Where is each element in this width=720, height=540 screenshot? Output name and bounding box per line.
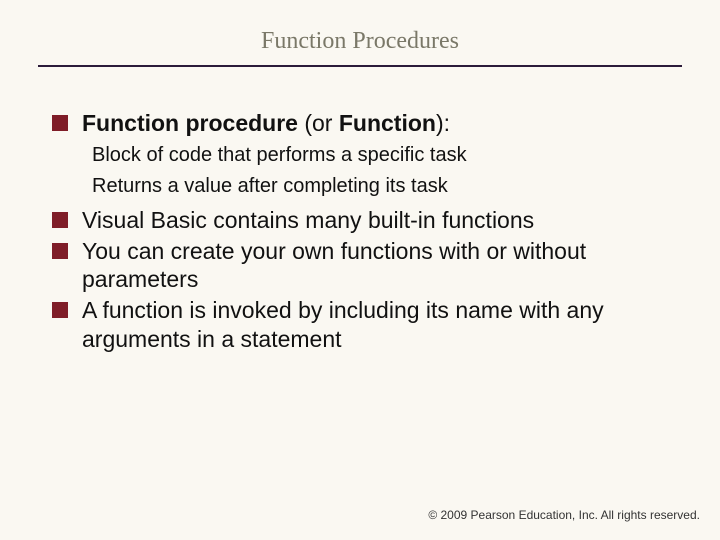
point-1: Visual Basic contains many built-in func… [82, 206, 534, 235]
bullet-row-1: Function procedure (or Function): [52, 109, 682, 138]
point-2: You can create your own functions with o… [82, 237, 682, 295]
sub-point-1: Block of code that performs a specific t… [52, 142, 682, 169]
sub-point-2: Returns a value after completing its tas… [52, 173, 682, 200]
bullet-row-3: You can create your own functions with o… [52, 237, 682, 295]
heading-bold-2: Function [339, 110, 436, 136]
slide-title: Function Procedures [38, 28, 682, 65]
title-underline [38, 65, 682, 67]
point-3: A function is invoked by including its n… [82, 296, 682, 354]
copyright-footer: © 2009 Pearson Education, Inc. All right… [428, 508, 700, 522]
bullet-icon [52, 302, 68, 318]
heading-end: ): [436, 110, 450, 136]
bullet-row-4: A function is invoked by including its n… [52, 296, 682, 354]
heading-bold-1: Function procedure [82, 110, 298, 136]
heading-text: Function procedure (or Function): [82, 109, 450, 138]
slide-body: Function procedure (or Function): Block … [38, 109, 682, 354]
heading-mid: (or [298, 110, 339, 136]
bullet-icon [52, 212, 68, 228]
bullet-icon [52, 243, 68, 259]
bullet-icon [52, 115, 68, 131]
bullet-row-2: Visual Basic contains many built-in func… [52, 206, 682, 235]
